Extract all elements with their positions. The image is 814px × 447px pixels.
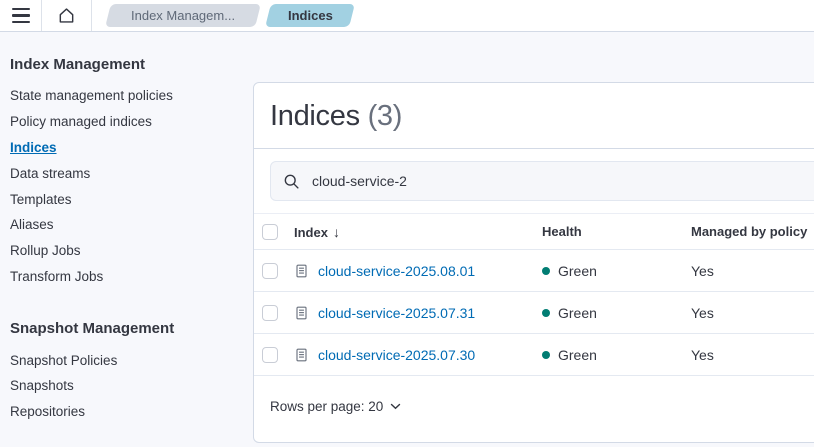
indices-panel: Indices (3) Index↓ Health Managed by pol… [253, 82, 814, 443]
search-field [270, 161, 814, 201]
document-icon [294, 305, 309, 321]
index-link[interactable]: cloud-service-2025.08.01 [318, 263, 475, 279]
health-green-dot [542, 309, 550, 317]
table-row: cloud-service-2025.07.30 Green Yes [254, 334, 814, 376]
document-icon [294, 347, 309, 363]
row-checkbox[interactable] [262, 263, 278, 279]
page-title-text: Indices [270, 100, 360, 132]
home-button[interactable] [42, 0, 91, 31]
sidebar: Index Management State management polici… [0, 32, 243, 425]
page-title: Indices (3) [270, 100, 814, 133]
breadcrumb-indices[interactable]: Indices [265, 4, 355, 27]
sidebar-item-repositories[interactable]: Repositories [10, 399, 243, 425]
row-checkbox[interactable] [262, 347, 278, 363]
health-label: Green [558, 347, 597, 363]
header-divider [91, 0, 92, 31]
rows-per-page-button[interactable]: Rows per page: 20 [270, 399, 401, 414]
table-row: cloud-service-2025.07.31 Green Yes [254, 292, 814, 334]
breadcrumb-index-management[interactable]: Index Managem... [105, 4, 261, 27]
menu-button[interactable] [0, 0, 41, 31]
table-row: cloud-service-2025.08.01 Green Yes [254, 250, 814, 292]
indices-count: (3) [368, 100, 403, 132]
index-link[interactable]: cloud-service-2025.07.31 [318, 305, 475, 321]
sidebar-section-title-snapshot-management: Snapshot Management [10, 320, 243, 337]
sidebar-item-state-management-policies[interactable]: State management policies [10, 83, 243, 109]
sidebar-section-title-index-management: Index Management [10, 56, 243, 73]
search-icon [283, 173, 300, 190]
managed-by-policy-value: Yes [691, 263, 714, 279]
health-label: Green [558, 305, 597, 321]
health-green-dot [542, 267, 550, 275]
sidebar-item-rollup-jobs[interactable]: Rollup Jobs [10, 238, 243, 264]
sidebar-item-aliases[interactable]: Aliases [10, 212, 243, 238]
index-link[interactable]: cloud-service-2025.07.30 [318, 347, 475, 363]
sidebar-item-data-streams[interactable]: Data streams [10, 160, 243, 186]
sidebar-item-snapshot-policies[interactable]: Snapshot Policies [10, 347, 243, 373]
sidebar-item-templates[interactable]: Templates [10, 186, 243, 212]
sort-descending-icon: ↓ [333, 224, 340, 240]
index-column-header[interactable]: Index↓ [294, 214, 542, 250]
table-header-row: Index↓ Health Managed by policy [254, 214, 814, 250]
breadcrumb-label: Indices [288, 8, 333, 23]
managed-by-policy-value: Yes [691, 347, 714, 363]
row-checkbox[interactable] [262, 305, 278, 321]
chevron-down-icon [390, 403, 401, 410]
sidebar-item-transform-jobs[interactable]: Transform Jobs [10, 263, 243, 289]
health-green-dot [542, 351, 550, 359]
home-icon [57, 6, 76, 25]
breadcrumb: Index Managem... Indices [108, 4, 352, 27]
sidebar-item-snapshots[interactable]: Snapshots [10, 373, 243, 399]
managed-by-policy-value: Yes [691, 305, 714, 321]
document-icon [294, 263, 309, 279]
breadcrumb-label: Index Managem... [131, 8, 235, 23]
sidebar-item-indices[interactable]: Indices [10, 135, 243, 161]
indices-table: Index↓ Health Managed by policy cloud-se… [254, 213, 814, 376]
managed-by-policy-column-header: Managed by policy [691, 214, 814, 250]
search-input[interactable] [310, 172, 814, 190]
select-all-checkbox[interactable] [262, 224, 278, 240]
health-label: Green [558, 263, 597, 279]
health-column-header: Health [542, 214, 691, 250]
top-navigation-bar: Index Managem... Indices [0, 0, 814, 32]
hamburger-icon [12, 8, 30, 23]
sidebar-item-policy-managed-indices[interactable]: Policy managed indices [10, 109, 243, 135]
rows-per-page-label: Rows per page: 20 [270, 399, 383, 414]
